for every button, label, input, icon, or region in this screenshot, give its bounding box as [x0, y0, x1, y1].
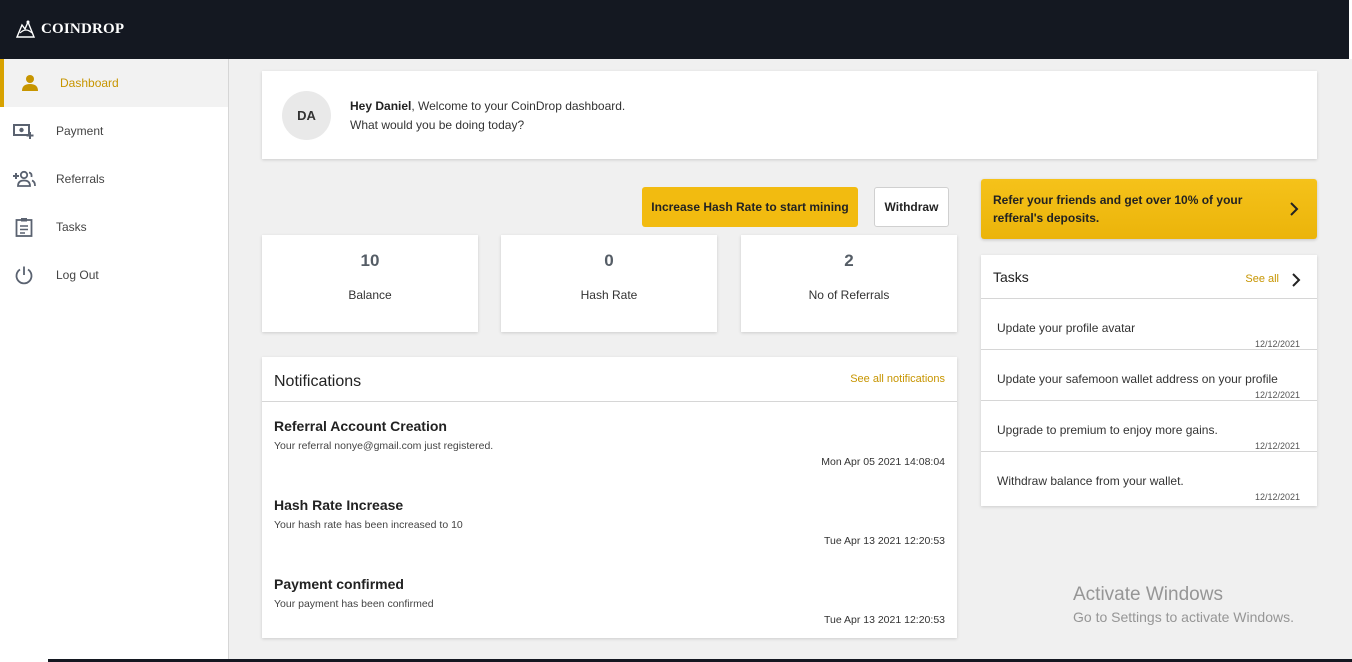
task-text: Update your safemoon wallet address on y… [997, 372, 1278, 386]
task-date: 12/12/2021 [1254, 441, 1300, 451]
notification-time: Tue Apr 13 2021 12:20:53 [823, 535, 945, 547]
refer-friends-banner[interactable]: Refer your friends and get over 10% of y… [981, 179, 1317, 239]
notifications-panel: Notifications See all notifications Refe… [262, 357, 957, 638]
tasks-header: Tasks See all [981, 255, 1317, 299]
notification-body: Your referral nonye@gmail.com just regis… [274, 440, 494, 452]
notification-time: Mon Apr 05 2021 14:08:04 [821, 456, 945, 468]
task-date: 12/12/2021 [1254, 339, 1300, 349]
add-group-icon [12, 167, 36, 191]
person-icon [18, 71, 42, 95]
sidebar-item-referrals[interactable]: Referrals [0, 155, 228, 203]
balance-stat-card: 10 Balance [262, 235, 478, 332]
sidebar-item-label: Payment [56, 124, 104, 138]
brand-name: COINDROP [41, 20, 125, 37]
see-all-tasks-link[interactable]: See all [1245, 273, 1279, 285]
stat-value: 2 [844, 251, 854, 270]
task-text: Update your profile avatar [997, 321, 1136, 335]
brand[interactable]: COINDROP [14, 17, 124, 41]
task-text: Upgrade to premium to enjoy more gains. [997, 423, 1218, 437]
sidebar-item-label: Tasks [56, 220, 87, 234]
increase-hash-rate-button[interactable]: Increase Hash Rate to start mining [642, 187, 858, 227]
payment-add-icon [12, 119, 36, 143]
notification-item[interactable]: Hash Rate Increase Your hash rate has be… [262, 481, 957, 560]
tasks-title: Tasks [993, 269, 1029, 285]
withdraw-button[interactable]: Withdraw [874, 187, 949, 227]
watermark-line-1: Activate Windows [1073, 584, 1223, 605]
notification-time: Tue Apr 13 2021 12:20:53 [823, 614, 945, 626]
notification-title: Referral Account Creation [274, 418, 447, 434]
welcome-question: What would you be doing today? [350, 118, 525, 132]
task-item[interactable]: Upgrade to premium to enjoy more gains. … [981, 401, 1317, 452]
sidebar-item-payment[interactable]: Payment [0, 107, 228, 155]
sidebar-item-label: Log Out [56, 268, 99, 282]
stat-value: 0 [604, 251, 614, 270]
notification-body: Your payment has been confirmed [274, 598, 434, 610]
notification-item[interactable]: Referral Account Creation Your referral … [262, 402, 957, 481]
avatar[interactable]: DA [282, 91, 331, 140]
sidebar-item-tasks[interactable]: Tasks [0, 203, 228, 251]
clipboard-icon [12, 215, 36, 239]
tasks-panel: Tasks See all Update your profile avatar… [981, 255, 1317, 506]
stat-label: No of Referrals [808, 288, 890, 302]
stat-label: Hash Rate [580, 288, 638, 302]
stat-label: Balance [348, 288, 392, 302]
see-all-notifications-link[interactable]: See all notifications [850, 373, 945, 385]
coindrop-logo-icon [15, 20, 36, 38]
welcome-message: , Welcome to your CoinDrop dashboard. [411, 99, 626, 113]
notification-title: Payment confirmed [274, 576, 404, 592]
notifications-header: Notifications See all notifications [262, 357, 957, 402]
power-icon [12, 263, 36, 287]
sidebar-item-dashboard[interactable]: Dashboard [0, 59, 228, 107]
sidebar-item-log-out[interactable]: Log Out [0, 251, 228, 299]
refer-text: Refer your friends and get over 10% of y… [993, 193, 1243, 225]
task-date: 12/12/2021 [1254, 390, 1300, 400]
watermark-line-2: Go to Settings to activate Windows. [1073, 609, 1294, 625]
sidebar-item-label: Dashboard [60, 76, 119, 90]
task-date: 12/12/2021 [1254, 492, 1300, 502]
task-text: Withdraw balance from your wallet. [997, 474, 1184, 488]
task-item[interactable]: Update your safemoon wallet address on y… [981, 350, 1317, 401]
welcome-text: Hey Daniel, Welcome to your CoinDrop das… [350, 97, 625, 135]
notification-item[interactable]: Payment confirmed Your payment has been … [262, 560, 957, 639]
activate-windows-watermark: Activate Windows Go to Settings to activ… [1073, 584, 1294, 625]
task-item[interactable]: Update your profile avatar 12/12/2021 [981, 299, 1317, 350]
welcome-card: DA Hey Daniel, Welcome to your CoinDrop … [262, 71, 1317, 159]
notifications-title: Notifications [274, 373, 362, 390]
notification-title: Hash Rate Increase [274, 497, 404, 513]
task-item[interactable]: Withdraw balance from your wallet. 12/12… [981, 452, 1317, 503]
chevron-right-icon [1290, 202, 1299, 216]
chevron-right-icon[interactable] [1289, 272, 1303, 288]
notification-body: Your hash rate has been increased to 10 [274, 519, 463, 531]
referrals-stat-card: 2 No of Referrals [741, 235, 957, 332]
stat-value: 10 [360, 251, 380, 270]
hash-rate-stat-card: 0 Hash Rate [501, 235, 717, 332]
sidebar-item-label: Referrals [56, 172, 105, 186]
sidebar: Dashboard Payment Referrals Tasks Log Ou… [0, 59, 229, 662]
top-bar: COINDROP [0, 0, 1352, 59]
welcome-greeting: Hey Daniel [350, 99, 412, 113]
